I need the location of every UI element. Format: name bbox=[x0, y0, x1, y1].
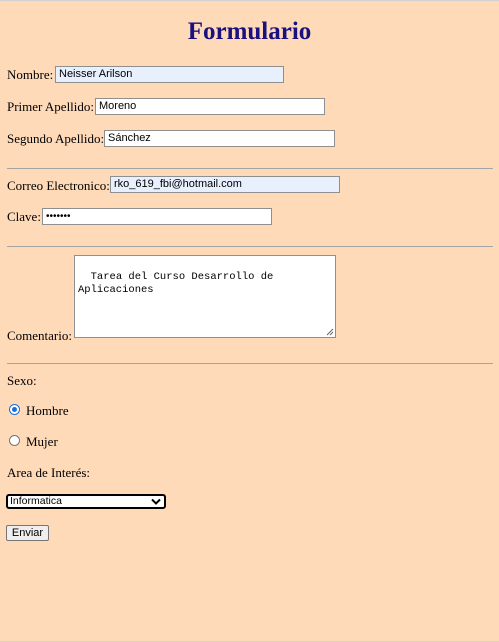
primer-apellido-label: Primer Apellido: bbox=[7, 99, 95, 114]
nombre-row: Nombre: bbox=[7, 67, 53, 83]
area-selected-value: Informatica bbox=[10, 495, 62, 507]
clave-row: Clave: bbox=[7, 209, 41, 225]
radio-mujer[interactable] bbox=[9, 435, 20, 446]
radio-mujer-row: Mujer bbox=[26, 434, 58, 450]
radio-mujer-label: Mujer bbox=[26, 434, 58, 449]
divider bbox=[7, 168, 493, 169]
page-title: Formulario bbox=[187, 18, 312, 45]
comentario-row: Comentario: bbox=[7, 328, 72, 344]
primer-apellido-input[interactable]: Moreno bbox=[95, 98, 325, 115]
radio-hombre[interactable] bbox=[9, 404, 20, 415]
divider bbox=[7, 246, 493, 247]
area-select[interactable]: Informatica bbox=[6, 494, 166, 509]
sexo-label: Sexo: bbox=[7, 373, 37, 388]
comentario-text: Tarea del Curso Desarrollo de Aplicacion… bbox=[78, 271, 280, 296]
primer-apellido-row: Primer Apellido: bbox=[7, 99, 94, 115]
nombre-label: Nombre: bbox=[7, 67, 54, 82]
chevron-down-icon bbox=[151, 498, 161, 505]
segundo-apellido-input[interactable]: Sánchez bbox=[104, 130, 335, 147]
area-label: Area de Interés: bbox=[7, 465, 91, 480]
enviar-button[interactable]: Enviar bbox=[6, 525, 49, 541]
area-row: Area de Interés: bbox=[7, 465, 90, 481]
comentario-textarea[interactable]: Tarea del Curso Desarrollo de Aplicacion… bbox=[74, 255, 336, 338]
nombre-input[interactable]: Neisser Arilson bbox=[55, 66, 284, 83]
correo-row: Correo Electronico: bbox=[7, 178, 110, 194]
divider bbox=[7, 363, 493, 364]
radio-hombre-row: Hombre bbox=[26, 403, 69, 419]
radio-hombre-label: Hombre bbox=[26, 403, 69, 418]
clave-password-input[interactable]: ••••••• bbox=[42, 208, 272, 225]
segundo-apellido-row: Segundo Apellido: bbox=[7, 131, 104, 147]
segundo-apellido-label: Segundo Apellido: bbox=[7, 131, 105, 146]
correo-input[interactable]: rko_619_fbi@hotmail.com bbox=[110, 176, 340, 193]
comentario-label: Comentario: bbox=[7, 328, 72, 343]
clave-label: Clave: bbox=[7, 209, 41, 224]
correo-label: Correo Electronico: bbox=[7, 178, 110, 193]
resize-grip-icon[interactable] bbox=[326, 328, 334, 336]
sexo-row: Sexo: bbox=[7, 373, 37, 389]
